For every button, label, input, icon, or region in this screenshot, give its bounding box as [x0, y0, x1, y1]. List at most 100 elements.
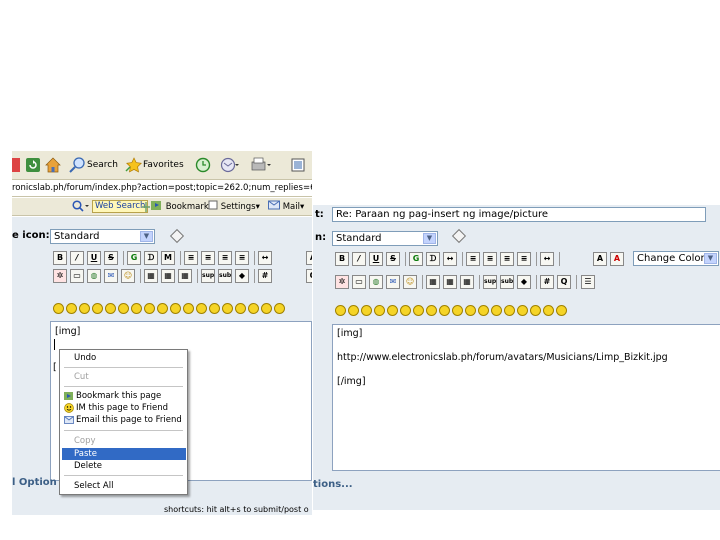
- menu-item-bookmark[interactable]: Bookmark this page: [62, 390, 186, 402]
- angry-smiley-icon[interactable]: [105, 303, 116, 314]
- table-row-button[interactable]: ▦: [443, 275, 457, 289]
- marquee-button[interactable]: M: [161, 251, 175, 265]
- yahoo-mail-button[interactable]: Mail▾: [268, 200, 304, 214]
- subject-input[interactable]: Re: Paraan ng pag-insert ng image/pictur…: [332, 207, 706, 222]
- subscript-button[interactable]: sub: [500, 275, 514, 289]
- undecided-smiley-icon[interactable]: [504, 305, 515, 316]
- web-search-button[interactable]: Web Search: [92, 200, 149, 213]
- cry-smiley-icon[interactable]: [530, 305, 541, 316]
- email-link-button[interactable]: ✉: [104, 269, 118, 283]
- change-color-select[interactable]: Change Color ▼: [633, 251, 719, 266]
- menu-item-copy[interactable]: Copy: [62, 435, 186, 447]
- sad-smiley-icon[interactable]: [400, 305, 411, 316]
- strikethrough-button[interactable]: S: [104, 251, 118, 265]
- smiley-icon[interactable]: [261, 303, 272, 314]
- menu-item-undo[interactable]: Undo: [62, 352, 186, 364]
- menu-item-email-friend[interactable]: Email this page to Friend: [62, 414, 186, 426]
- flash-button[interactable]: ✲: [335, 275, 349, 289]
- flash-button[interactable]: ✲: [53, 269, 67, 283]
- shadow-button[interactable]: ᗪ: [144, 251, 158, 265]
- kiss-smiley-icon[interactable]: [517, 305, 528, 316]
- shocked-smiley-icon[interactable]: [131, 303, 142, 314]
- shocked-smiley-icon[interactable]: [413, 305, 424, 316]
- additional-options-link[interactable]: tions...: [313, 479, 353, 490]
- code-button[interactable]: #: [258, 269, 272, 283]
- align-right-button[interactable]: ≡: [500, 252, 514, 266]
- teletype-button[interactable]: ◆: [235, 269, 249, 283]
- rolleyes-smiley-icon[interactable]: [452, 305, 463, 316]
- smiley-icon[interactable]: [556, 305, 567, 316]
- font-size-button[interactable]: A: [306, 251, 312, 265]
- justify-button[interactable]: ≡: [517, 252, 531, 266]
- rolleyes-smiley-icon[interactable]: [170, 303, 181, 314]
- shadow-button[interactable]: ᗪ: [426, 252, 440, 266]
- huh-smiley-icon[interactable]: [157, 303, 168, 314]
- menu-item-paste[interactable]: Paste: [62, 448, 186, 460]
- align-center-button[interactable]: ≡: [201, 251, 215, 265]
- embarrassed-smiley-icon[interactable]: [196, 303, 207, 314]
- angry-smiley-icon[interactable]: [387, 305, 398, 316]
- table-button[interactable]: ▦: [144, 269, 158, 283]
- message-icon-select[interactable]: Standard ▼: [50, 229, 155, 244]
- stop-button[interactable]: [12, 156, 20, 174]
- address-bar[interactable]: ronicslab.ph/forum/index.php?action=post…: [12, 181, 312, 197]
- align-right-button[interactable]: ≡: [218, 251, 232, 265]
- smiley-icon[interactable]: [543, 305, 554, 316]
- code-button[interactable]: #: [540, 275, 554, 289]
- home-button[interactable]: [45, 156, 61, 174]
- table-button[interactable]: ▦: [426, 275, 440, 289]
- kiss-smiley-icon[interactable]: [235, 303, 246, 314]
- image-button[interactable]: ▭: [352, 275, 366, 289]
- tongue-smiley-icon[interactable]: [465, 305, 476, 316]
- refresh-button[interactable]: [25, 156, 41, 174]
- menu-item-select-all[interactable]: Select All: [62, 480, 186, 492]
- message-textarea[interactable]: [img] http://www.electronicslab.ph/forum…: [332, 324, 720, 471]
- superscript-button[interactable]: sup: [483, 275, 497, 289]
- print-button[interactable]: [250, 156, 272, 174]
- cheesy-smiley-icon[interactable]: [361, 305, 372, 316]
- tongue-smiley-icon[interactable]: [183, 303, 194, 314]
- bold-button[interactable]: B: [53, 251, 67, 265]
- font-size-button[interactable]: A: [593, 252, 607, 266]
- smiley-icon[interactable]: [335, 305, 346, 316]
- underline-button[interactable]: U: [87, 251, 101, 265]
- settings-button[interactable]: Settings▾: [208, 200, 260, 214]
- underline-button[interactable]: U: [369, 252, 383, 266]
- wink-smiley-icon[interactable]: [348, 305, 359, 316]
- grin-smiley-icon[interactable]: [374, 305, 385, 316]
- edit-page-button[interactable]: [291, 156, 305, 174]
- smiley-icon[interactable]: [53, 303, 64, 314]
- embarrassed-smiley-icon[interactable]: [478, 305, 489, 316]
- table-column-button[interactable]: ▦: [178, 269, 192, 283]
- font-color-button[interactable]: A: [610, 252, 624, 266]
- favorites-button[interactable]: Favorites: [125, 156, 184, 174]
- sad-smiley-icon[interactable]: [118, 303, 129, 314]
- strikethrough-button[interactable]: S: [386, 252, 400, 266]
- message-icon-select[interactable]: Standard ▼: [332, 231, 438, 246]
- smiley-icon[interactable]: [274, 303, 285, 314]
- subscript-button[interactable]: sub: [218, 269, 232, 283]
- menu-item-delete[interactable]: Delete: [62, 460, 186, 472]
- menu-item-cut[interactable]: Cut: [62, 371, 186, 383]
- history-button[interactable]: [194, 156, 212, 174]
- cool-smiley-icon[interactable]: [426, 305, 437, 316]
- ftp-link-button[interactable]: ☺: [403, 275, 417, 289]
- horizontal-rule-button[interactable]: ↔: [258, 251, 272, 265]
- table-row-button[interactable]: ▦: [161, 269, 175, 283]
- huh-smiley-icon[interactable]: [439, 305, 450, 316]
- lipsrsealed-smiley-icon[interactable]: [209, 303, 220, 314]
- email-link-button[interactable]: ✉: [386, 275, 400, 289]
- horizontal-rule-button[interactable]: ↔: [540, 252, 554, 266]
- italic-button[interactable]: /: [352, 252, 366, 266]
- wink-smiley-icon[interactable]: [66, 303, 77, 314]
- grin-smiley-icon[interactable]: [92, 303, 103, 314]
- quote-button[interactable]: Q: [306, 269, 312, 283]
- bold-button[interactable]: B: [335, 252, 349, 266]
- superscript-button[interactable]: sup: [201, 269, 215, 283]
- menu-item-im-friend[interactable]: IM this page to Friend: [62, 402, 186, 414]
- cool-smiley-icon[interactable]: [144, 303, 155, 314]
- mail-button[interactable]: [220, 156, 240, 174]
- italic-button[interactable]: /: [70, 251, 84, 265]
- image-button[interactable]: ▭: [70, 269, 84, 283]
- marquee-button[interactable]: ↔: [443, 252, 457, 266]
